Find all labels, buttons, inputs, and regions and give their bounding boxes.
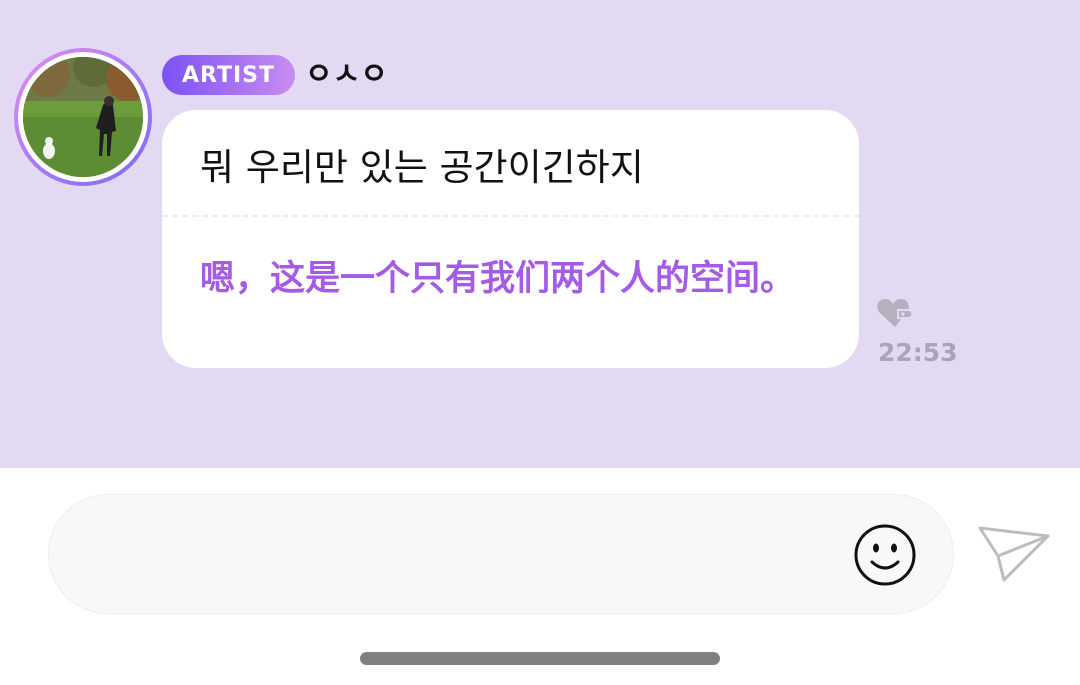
chat-area: ARTIST ㅇㅅㅇ 뭐 우리만 있는 공간이긴하지 嗯，这是一个只有我们两个人… bbox=[0, 0, 1080, 468]
paper-plane-icon[interactable] bbox=[974, 522, 1054, 586]
sender-name: ㅇㅅㅇ bbox=[305, 57, 388, 92]
message-input[interactable] bbox=[48, 494, 954, 614]
message-original-text: 뭐 우리만 있는 공간이긴하지 bbox=[200, 146, 644, 189]
sender-row: ARTIST ㅇㅅㅇ bbox=[162, 54, 388, 96]
avatar[interactable] bbox=[14, 48, 152, 186]
message-translation-text: 嗯，这是一个只有我们两个人的空间。 bbox=[200, 259, 796, 299]
artist-badge: ARTIST bbox=[162, 55, 296, 95]
translation-divider bbox=[162, 215, 859, 217]
message-bubble[interactable]: 뭐 우리만 있는 공간이긴하지 嗯，这是一个只有我们两个人的空间。 bbox=[162, 110, 859, 368]
message-timestamp: 22:53 bbox=[878, 338, 958, 367]
home-indicator[interactable] bbox=[360, 652, 720, 665]
smiley-icon[interactable] bbox=[852, 522, 918, 588]
avatar-frame bbox=[18, 52, 148, 182]
heart-tag-icon[interactable] bbox=[876, 296, 914, 330]
avatar-photo bbox=[23, 57, 143, 177]
